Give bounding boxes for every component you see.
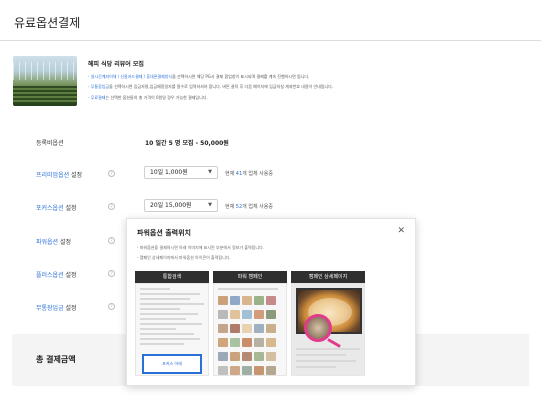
label-suffix: 설정 — [58, 239, 72, 246]
usage-prefix: 현재 — [225, 171, 236, 177]
help-icon[interactable]: ? — [108, 303, 115, 310]
banner-thumbnail — [13, 56, 77, 106]
notice-highlight: - 무통장입금 — [88, 84, 110, 89]
urgent-option-label: 무통장입금 설정 — [36, 303, 77, 312]
notice-highlight: - 실시간계좌이체 / 신용카드결제 / 휴대폰결제방식 — [88, 74, 173, 79]
title-divider — [0, 40, 541, 41]
notice-text: 을 선택하시면 입금자명,입금예정일자를 필수로 입력하셔야 합니다. 버튼 클… — [109, 84, 334, 89]
column-header: 통합검색 — [135, 271, 209, 283]
close-icon[interactable]: ✕ — [397, 226, 405, 236]
preview-screen — [213, 283, 287, 376]
notice-text: 을 선택하시면 해당 PG사 결제 팝업창이 표시되며 결제를 계속 진행하시면… — [172, 74, 310, 79]
label-suffix: 설정 — [69, 172, 83, 179]
help-icon[interactable]: ? — [108, 203, 115, 210]
help-icon[interactable]: ? — [108, 270, 115, 277]
focus-option-select[interactable]: 20일 15,000원 ▼ — [144, 199, 218, 212]
label-suffix: 설정 — [63, 205, 77, 212]
column-header: 캠페인 상세페이지 — [291, 271, 365, 283]
urgent-option-link[interactable]: 무통장입금 — [36, 305, 64, 312]
preview-power-campaign: 파워 캠페인 — [213, 271, 287, 376]
help-icon[interactable]: ? — [108, 170, 115, 177]
usage-suffix: 개 업체 사용중 — [242, 171, 273, 177]
select-value: 10일 1,000원 — [150, 169, 188, 176]
power-option-label: 파워옵션 설정 — [36, 237, 71, 246]
plus-option-link[interactable]: 플러스옵션 — [36, 272, 64, 279]
magnifier-handle — [327, 338, 341, 348]
premium-option-select[interactable]: 10일 1,000원 ▼ — [144, 166, 218, 179]
focus-option-link[interactable]: 포커스옵션 — [36, 205, 64, 212]
label-suffix: 설정 — [63, 305, 77, 312]
popup-title: 파워옵션 출력위치 — [137, 229, 191, 237]
usage-suffix: 개 업체 사용중 — [242, 204, 273, 210]
total-label: 총 결제금액 — [36, 355, 76, 364]
premium-option-link[interactable]: 프리미엄옵션 — [36, 172, 69, 179]
popup-desc-2: - 캠페인 상세페이지에서 파워옵션 아이콘이 출력됩니다. — [137, 255, 231, 260]
preview-integrated-search: 통합검색 포커스 아래 — [135, 271, 209, 376]
focus-usage: 현재 52개 업체 사용중 — [225, 203, 273, 210]
power-option-popup: 파워옵션 출력위치 ✕ - 파워옵션을 결제하시면 아래 이미지에 표시된 부분… — [126, 218, 416, 386]
registration-label: 등록비옵션 — [36, 140, 64, 147]
notice-line-2: - 무통장입금을 선택하시면 입금자명,입금예정일자를 필수로 입력하셔야 합니… — [88, 84, 333, 90]
caret-down-icon: ▼ — [208, 169, 212, 175]
preview-screen: 포커스 아래 — [135, 283, 209, 376]
preview-campaign-detail: 캠페인 상세페이지 — [291, 271, 365, 376]
premium-usage: 현재 41개 업체 사용중 — [225, 170, 273, 177]
caret-down-icon: ▼ — [208, 202, 212, 208]
column-header: 파워 캠페인 — [213, 271, 287, 283]
search-below-highlight: 포커스 아래 — [142, 354, 202, 374]
usage-prefix: 현재 — [225, 204, 236, 210]
page-title: 유료옵션결제 — [14, 16, 81, 30]
notice-text: 는 선택한 옵션들의 총 가격이 0원일 경우 가능한 결제입니다. — [105, 95, 208, 100]
registration-value: 10 일간 5 명 모집 - 50,000원 — [145, 140, 229, 147]
focus-option-label: 포커스옵션 설정 — [36, 203, 77, 212]
popup-desc-1: - 파워옵션을 결제하시면 아래 이미지에 표시된 부분에서 정보가 출력됩니다… — [137, 245, 264, 250]
label-suffix: 설정 — [63, 272, 77, 279]
plus-option-label: 플러스옵션 설정 — [36, 270, 77, 279]
power-option-link[interactable]: 파워옵션 — [36, 239, 58, 246]
notice-highlight: - 무료결제 — [88, 95, 106, 100]
banner-heading: 헤피 식당 리뷰어 모집 — [88, 61, 144, 68]
notice-line-3: - 무료결제는 선택한 옵션들의 총 가격이 0원일 경우 가능한 결제입니다. — [88, 95, 208, 101]
premium-option-label: 프리미엄옵션 설정 — [36, 170, 82, 179]
select-value: 20일 15,000원 — [150, 202, 192, 209]
notice-line-1: - 실시간계좌이체 / 신용카드결제 / 휴대폰결제방식을 선택하시면 해당 P… — [88, 74, 309, 80]
help-icon[interactable]: ? — [108, 237, 115, 244]
preview-screen — [291, 283, 365, 376]
